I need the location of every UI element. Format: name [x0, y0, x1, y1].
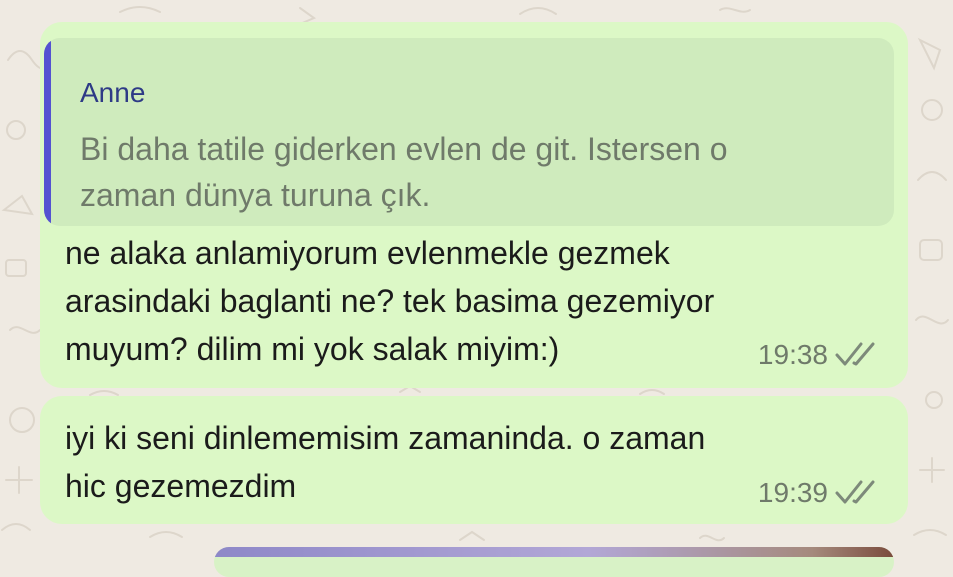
- message-time: 19:39: [757, 477, 828, 508]
- quote-author: Anne: [80, 77, 146, 108]
- quote-accent-bar: [44, 38, 51, 226]
- double-check-icon: [834, 341, 880, 369]
- next-message-bubble[interactable]: [214, 547, 894, 577]
- image-preview-edge: [214, 547, 894, 557]
- message-bubble[interactable]: iyi ki seni dinlememisim zamaninda. o za…: [40, 396, 908, 524]
- message-meta: 19:39: [758, 476, 880, 510]
- message-text: ne alaka anlamiyorum evlenmekle gezmek a…: [65, 235, 715, 367]
- quote-text: Bi daha tatile giderken evlen de git. Is…: [80, 131, 728, 213]
- reply-quote[interactable]: Anne Bi daha tatile giderken evlen de gi…: [44, 38, 894, 226]
- message-text: iyi ki seni dinlememisim zamaninda. o za…: [65, 420, 706, 504]
- double-check-icon: [834, 479, 880, 507]
- message-bubble[interactable]: Anne Bi daha tatile giderken evlen de gi…: [40, 22, 908, 388]
- message-meta: 19:38: [758, 338, 880, 372]
- message-time: 19:38: [757, 339, 828, 370]
